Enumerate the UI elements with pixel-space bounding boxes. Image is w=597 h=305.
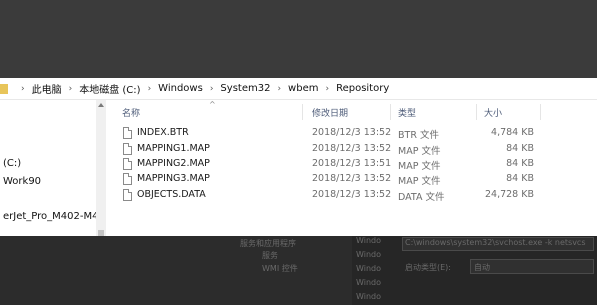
background-window-label: Windo: [356, 292, 381, 301]
column-divider[interactable]: [476, 104, 477, 120]
chevron-right-icon[interactable]: ›: [148, 84, 152, 94]
file-size: 84 KB: [506, 158, 534, 169]
navigation-pane: (C:) Work90 erJet_Pro_M402-M403: [0, 100, 96, 236]
breadcrumb-wbem[interactable]: wbem: [288, 83, 318, 94]
breadcrumb-local-disk[interactable]: 本地磁盘 (C:): [79, 81, 140, 96]
file-size: 84 KB: [506, 143, 534, 154]
background-startup-label: 启动类型(E):: [405, 263, 451, 272]
file-name: MAPPING3.MAP: [137, 173, 210, 184]
background-window-label: Windo: [356, 264, 381, 273]
column-divider[interactable]: [390, 104, 391, 120]
file-size: 24,728 KB: [484, 189, 534, 200]
file-row[interactable]: INDEX.BTR 2018/12/3 13:52 BTR 文件 4,784 K…: [106, 126, 597, 142]
file-type: BTR 文件: [398, 130, 439, 141]
file-icon: [123, 127, 132, 139]
sort-ascending-icon: ^: [209, 100, 216, 109]
file-date: 2018/12/3 13:51: [312, 158, 392, 169]
background-window-label: Windo: [356, 236, 381, 245]
file-date: 2018/12/3 13:52: [312, 173, 392, 184]
file-size: 84 KB: [506, 173, 534, 184]
navigation-scrollbar[interactable]: [96, 100, 106, 236]
column-divider[interactable]: [540, 104, 541, 120]
file-type: MAP 文件: [398, 176, 441, 187]
folder-icon: [0, 83, 8, 94]
file-list: ^ 名称 修改日期 类型 大小 INDEX.BTR 2018/12/3 13:5…: [106, 100, 597, 236]
file-icon: [123, 158, 132, 170]
column-header-date[interactable]: 修改日期: [312, 106, 348, 119]
file-name: OBJECTS.DATA: [137, 189, 206, 200]
nav-item-work90[interactable]: Work90: [3, 176, 41, 187]
file-type: MAP 文件: [398, 146, 441, 157]
file-type: DATA 文件: [398, 192, 445, 203]
background-tree-item: 服务和应用程序: [240, 239, 296, 248]
file-icon: [123, 143, 132, 155]
column-divider[interactable]: [302, 104, 303, 120]
background-window-label: Windo: [356, 250, 381, 259]
file-date: 2018/12/3 13:52: [312, 127, 392, 138]
breadcrumb-this-pc[interactable]: 此电脑: [32, 81, 62, 96]
breadcrumb-repository[interactable]: Repository: [336, 83, 389, 94]
file-row[interactable]: MAPPING3.MAP 2018/12/3 13:52 MAP 文件 84 K…: [106, 172, 597, 188]
file-icon: [123, 189, 132, 201]
file-icon: [123, 173, 132, 185]
address-bar[interactable]: › 此电脑 › 本地磁盘 (C:) › Windows › System32 ›…: [0, 78, 597, 100]
file-row[interactable]: OBJECTS.DATA 2018/12/3 13:52 DATA 文件 24,…: [106, 188, 597, 204]
nav-item-printer[interactable]: erJet_Pro_M402-M403: [3, 211, 96, 222]
file-row[interactable]: MAPPING1.MAP 2018/12/3 13:52 MAP 文件 84 K…: [106, 142, 597, 158]
background-desktop-top: [0, 0, 597, 78]
chevron-right-icon[interactable]: ›: [210, 84, 214, 94]
chevron-right-icon[interactable]: ›: [277, 84, 281, 94]
chevron-right-icon[interactable]: ›: [325, 84, 329, 94]
file-row[interactable]: MAPPING2.MAP 2018/12/3 13:51 MAP 文件 84 K…: [106, 157, 597, 173]
background-tree-item: 服务: [262, 251, 278, 260]
file-explorer-window: › 此电脑 › 本地磁盘 (C:) › Windows › System32 ›…: [0, 78, 597, 236]
background-tree-item: WMI 控件: [262, 264, 298, 273]
scroll-up-arrow-icon[interactable]: [98, 103, 104, 107]
column-header-name[interactable]: 名称: [122, 106, 140, 119]
column-header-type[interactable]: 类型: [398, 106, 416, 119]
breadcrumb-system32[interactable]: System32: [220, 83, 270, 94]
background-window-label: Windo: [356, 278, 381, 287]
file-date: 2018/12/3 13:52: [312, 189, 392, 200]
background-startup-value: 自动: [474, 263, 490, 272]
file-name: MAPPING1.MAP: [137, 143, 210, 154]
nav-item-local-disk[interactable]: (C:): [3, 158, 21, 169]
chevron-right-icon[interactable]: ›: [69, 84, 73, 94]
chevron-right-icon[interactable]: ›: [21, 84, 25, 94]
scrollbar-thumb[interactable]: [98, 230, 104, 236]
column-header-size[interactable]: 大小: [484, 106, 502, 119]
file-size: 4,784 KB: [491, 127, 534, 138]
file-name: INDEX.BTR: [137, 127, 189, 138]
file-type: MAP 文件: [398, 161, 441, 172]
background-path-text: C:\windows\system32\svchost.exe -k netsv…: [405, 238, 586, 247]
breadcrumb-windows[interactable]: Windows: [158, 83, 203, 94]
file-date: 2018/12/3 13:52: [312, 143, 392, 154]
file-name: MAPPING2.MAP: [137, 158, 210, 169]
